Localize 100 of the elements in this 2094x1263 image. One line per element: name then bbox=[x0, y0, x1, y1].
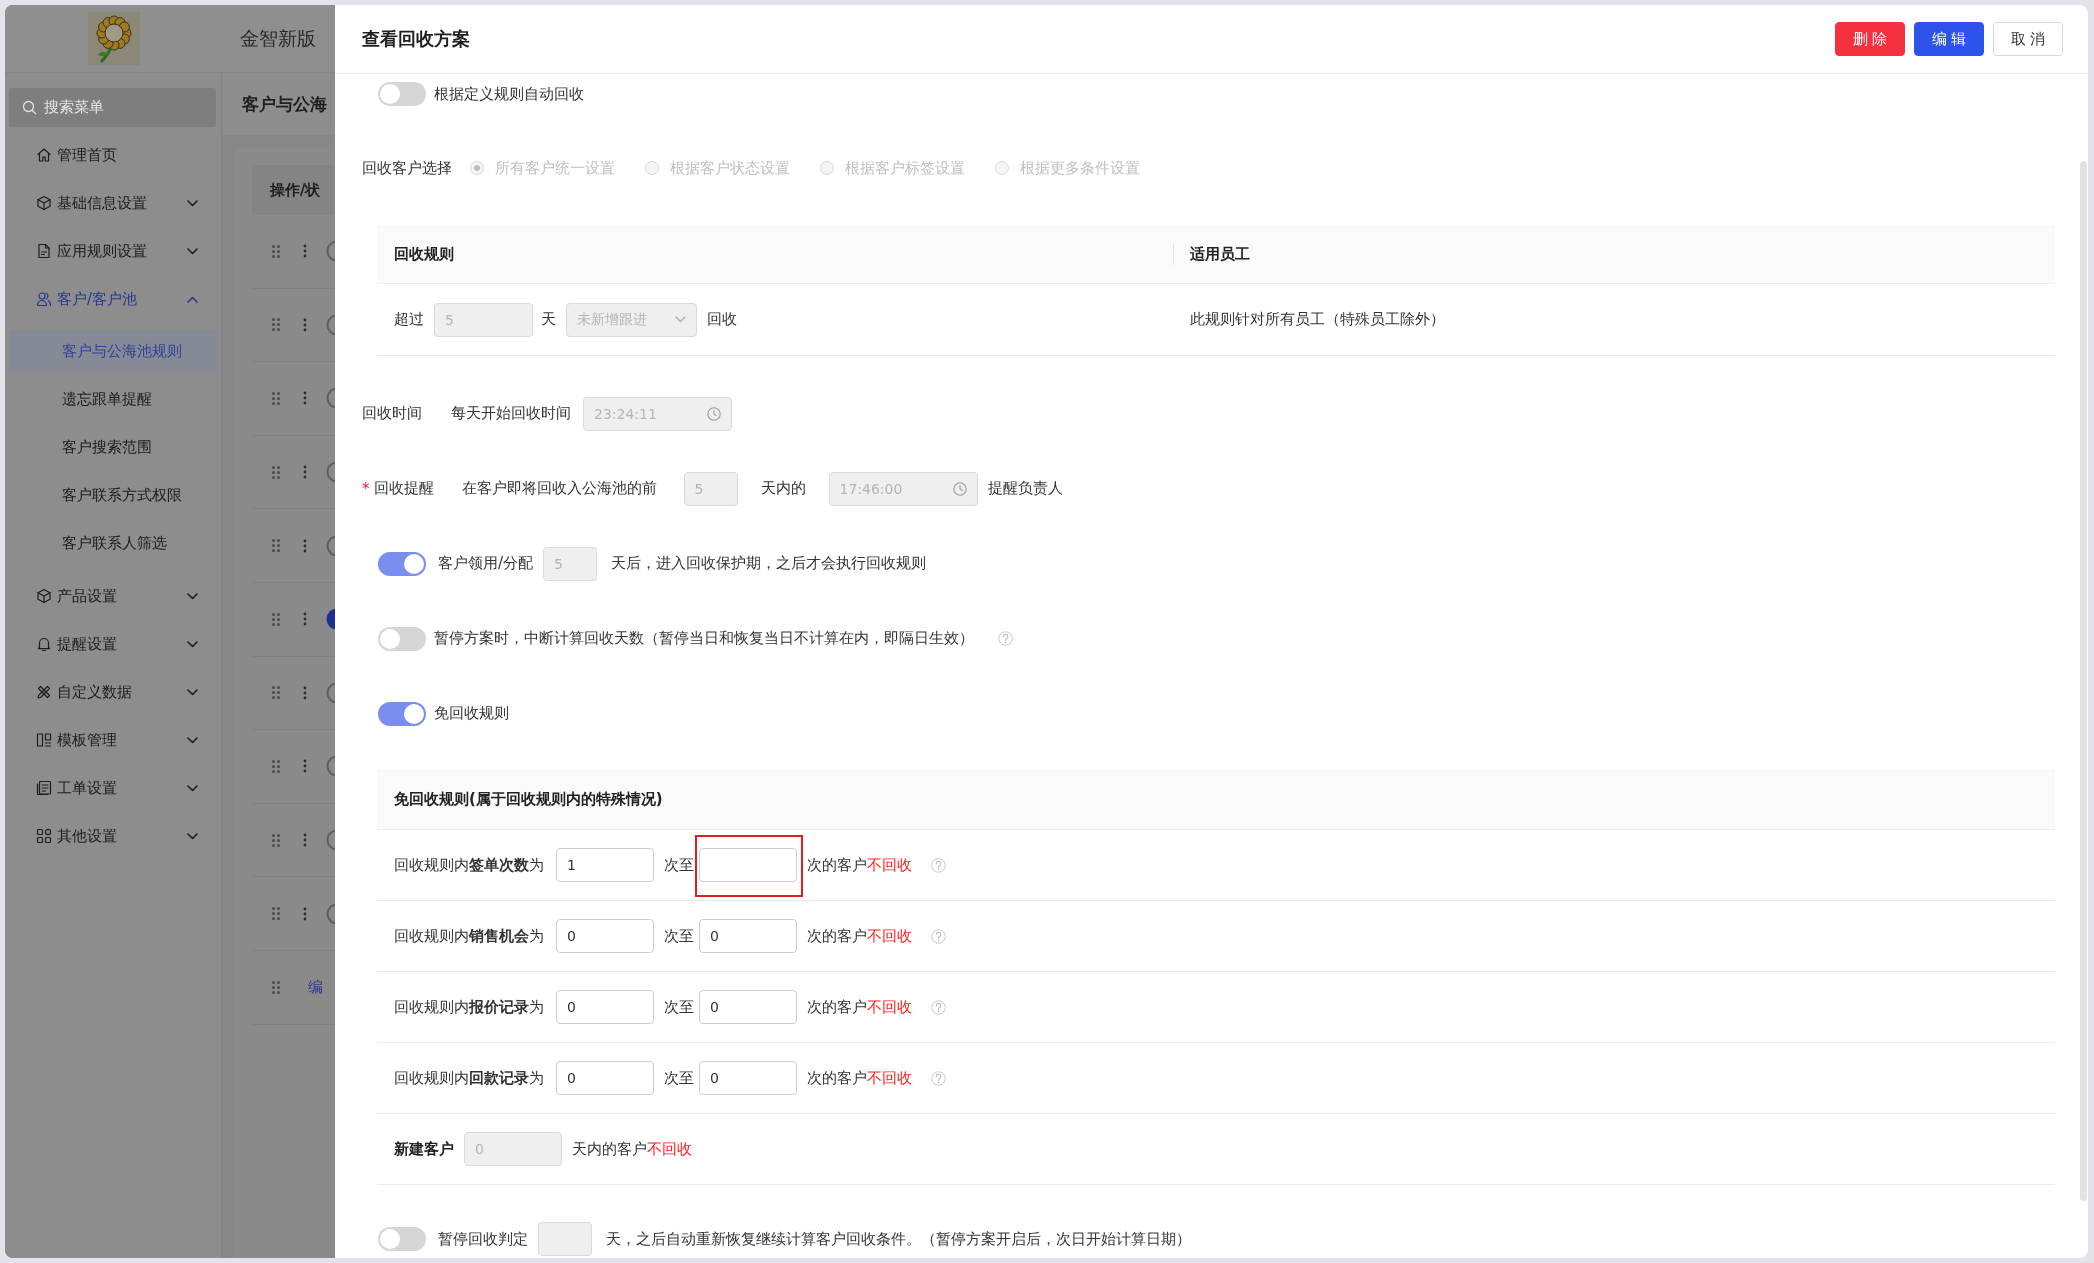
menu-item[interactable]: 产品设置 bbox=[5, 572, 221, 620]
toggle-switch[interactable] bbox=[378, 1227, 426, 1251]
more-icon[interactable] bbox=[303, 244, 307, 259]
more-icon[interactable] bbox=[303, 538, 307, 553]
drag-handle-icon[interactable] bbox=[272, 392, 280, 405]
rule-text: 次至 bbox=[664, 997, 694, 1017]
menu-item[interactable]: 工单设置 bbox=[5, 764, 221, 812]
page-title: 客户与公海 bbox=[242, 92, 327, 116]
input-field[interactable]: 0 bbox=[556, 1061, 654, 1095]
submenu-item[interactable]: 客户搜索范围 bbox=[9, 425, 217, 469]
menu-item[interactable]: 模板管理 bbox=[5, 716, 221, 764]
rule-label: 回收规则内回款记录为 bbox=[394, 1068, 544, 1088]
home-icon bbox=[36, 147, 52, 163]
form-label: 回收客户选择 bbox=[362, 158, 452, 178]
menu-item[interactable]: 其他设置 bbox=[5, 812, 221, 860]
rule-label: 回收规则内报价记录为 bbox=[394, 997, 544, 1017]
rule-label: 新建客户 bbox=[394, 1139, 454, 1159]
form-label: 回收提醒 bbox=[373, 479, 434, 498]
rule-text: 次的客户不回收 bbox=[807, 855, 912, 875]
more-icon[interactable] bbox=[303, 612, 307, 627]
toggle-switch[interactable] bbox=[378, 701, 426, 726]
drawer-title: 查看回收方案 bbox=[362, 27, 470, 51]
drag-handle-icon[interactable] bbox=[272, 539, 280, 553]
people-icon bbox=[36, 291, 52, 307]
rule-text: 次至 bbox=[664, 1068, 694, 1088]
input-field[interactable]: 0 bbox=[699, 990, 797, 1024]
bell-icon bbox=[36, 636, 52, 652]
table-cell: 此规则针对所有员工（特殊员工除外） bbox=[1190, 310, 1445, 329]
search-icon bbox=[22, 100, 37, 115]
rule-label: 回收规则内销售机会为 bbox=[394, 926, 544, 946]
more-icon[interactable] bbox=[303, 833, 307, 848]
rule-text: 次至 bbox=[664, 855, 694, 875]
chevron-down-icon bbox=[675, 316, 686, 323]
input-field[interactable]: 0 bbox=[699, 1061, 797, 1095]
form-text: 天内的 bbox=[760, 479, 806, 498]
drag-handle-icon[interactable] bbox=[272, 907, 280, 921]
input-field[interactable]: 1 bbox=[556, 848, 654, 882]
more-icon[interactable] bbox=[303, 317, 307, 332]
toggle-switch[interactable] bbox=[378, 82, 426, 106]
required-mark: * bbox=[362, 479, 370, 498]
document-icon bbox=[36, 243, 52, 259]
submenu-item[interactable]: 客户联系方式权限 bbox=[9, 473, 217, 517]
delete-button[interactable]: 删除 bbox=[1835, 22, 1905, 56]
more-icon[interactable] bbox=[303, 685, 307, 700]
drag-handle-icon[interactable] bbox=[272, 244, 280, 258]
help-icon[interactable] bbox=[931, 857, 946, 873]
menu-item[interactable]: 管理首页 bbox=[5, 131, 221, 179]
submenu-item[interactable]: 遗忘跟单提醒 bbox=[9, 377, 217, 421]
rule-text: 回收 bbox=[707, 310, 737, 329]
clock-icon bbox=[707, 406, 721, 421]
edit-button[interactable]: 编辑 bbox=[1914, 22, 1984, 56]
drag-handle-icon[interactable] bbox=[272, 686, 280, 700]
switch-text: 天后，进入回收保护期，之后才会执行回收规则 bbox=[611, 554, 927, 573]
menu-item[interactable]: 自定义数据 bbox=[5, 668, 221, 716]
rule-text: 次至 bbox=[664, 926, 694, 946]
edit-link[interactable]: 编 bbox=[308, 977, 323, 997]
drag-handle-icon[interactable] bbox=[272, 759, 280, 773]
drag-handle-icon[interactable] bbox=[272, 833, 280, 847]
rule-text: 天内的客户不回收 bbox=[572, 1139, 692, 1159]
input-field[interactable]: 0 bbox=[556, 919, 654, 953]
help-icon[interactable] bbox=[931, 999, 946, 1015]
search-field[interactable]: 搜索菜单 bbox=[9, 88, 216, 127]
switch-label: 客户领用/分配 bbox=[438, 554, 534, 573]
document-list-icon bbox=[36, 780, 52, 796]
drag-handle-icon[interactable] bbox=[272, 318, 280, 332]
input-field[interactable]: 0 bbox=[556, 990, 654, 1024]
submenu-item[interactable]: 客户联系人筛选 bbox=[9, 521, 217, 565]
more-icon[interactable] bbox=[303, 391, 307, 406]
form-text: 在客户即将回收入公海池的前 bbox=[461, 479, 657, 498]
menu-item[interactable]: 应用规则设置 bbox=[5, 227, 221, 275]
clock-icon bbox=[952, 481, 967, 496]
rule-label: 回收规则内签单次数为 bbox=[394, 855, 544, 875]
column-header: 操作/状 bbox=[270, 180, 321, 200]
menu-item[interactable]: 提醒设置 bbox=[5, 620, 221, 668]
drag-handle-icon[interactable] bbox=[272, 465, 280, 479]
input-field[interactable] bbox=[699, 848, 797, 882]
column-header: 适用员工 bbox=[1190, 244, 1250, 264]
help-icon[interactable] bbox=[931, 1070, 946, 1086]
drag-handle-icon[interactable] bbox=[272, 980, 280, 994]
app-title: 金智新版 bbox=[240, 25, 316, 51]
input-field[interactable]: 0 bbox=[699, 919, 797, 953]
menu-item[interactable]: 客户/客户池 bbox=[5, 275, 221, 323]
tools-icon bbox=[36, 684, 52, 700]
toggle-switch[interactable] bbox=[378, 626, 426, 651]
scrollbar-thumb[interactable] bbox=[2080, 161, 2087, 1201]
toggle-switch[interactable] bbox=[378, 551, 426, 576]
drag-handle-icon[interactable] bbox=[272, 612, 280, 626]
form-text: 提醒负责人 bbox=[987, 479, 1063, 498]
rule-text: 次的客户不回收 bbox=[807, 997, 912, 1017]
switch-label: 根据定义规则自动回收 bbox=[434, 84, 584, 104]
more-icon[interactable] bbox=[303, 906, 307, 921]
more-icon[interactable] bbox=[303, 465, 307, 480]
form-text: 每天开始回收时间 bbox=[451, 404, 571, 423]
submenu-item[interactable]: 客户与公海池规则 bbox=[9, 329, 217, 373]
more-icon[interactable] bbox=[303, 759, 307, 774]
layout-icon bbox=[36, 732, 52, 748]
help-icon[interactable] bbox=[998, 631, 1013, 646]
menu-item[interactable]: 基础信息设置 bbox=[5, 179, 221, 227]
help-icon[interactable] bbox=[931, 928, 946, 944]
cancel-button[interactable]: 取消 bbox=[1993, 22, 2063, 56]
